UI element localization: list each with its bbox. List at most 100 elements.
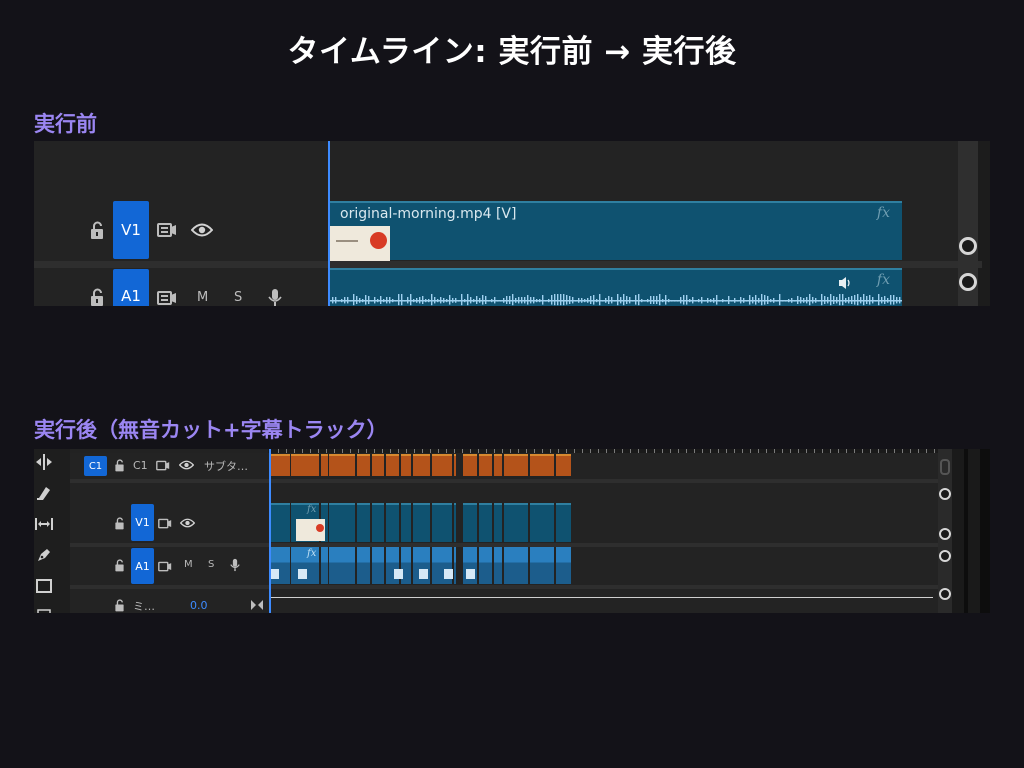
video-clip-segment[interactable]	[372, 503, 384, 542]
scrollbar-handle[interactable]	[939, 528, 951, 540]
video-clip-segment[interactable]	[432, 503, 452, 542]
subtitle-clip[interactable]	[372, 454, 384, 476]
video-track-target[interactable]: V1	[131, 504, 154, 541]
ruler-tick	[630, 449, 631, 453]
lock-icon[interactable]	[88, 220, 106, 240]
video-clip-segment[interactable]	[329, 503, 355, 542]
sync-lock-icon[interactable]	[156, 221, 178, 239]
ripple-edit-tool-icon[interactable]	[34, 452, 54, 472]
audio-clip[interactable]: fx	[330, 268, 902, 306]
mix-end-icon[interactable]	[251, 600, 263, 610]
waveform-bar	[896, 297, 898, 304]
lock-icon[interactable]	[88, 287, 106, 306]
subtitle-clip[interactable]	[479, 454, 492, 476]
playhead[interactable]	[328, 141, 330, 306]
caption-track-target[interactable]: C1	[84, 456, 107, 476]
video-clip-segment[interactable]	[454, 503, 456, 542]
waveform-bar	[794, 300, 796, 302]
mix-volume-value[interactable]: 0.0	[190, 599, 208, 612]
subtitle-clip[interactable]	[504, 454, 528, 476]
video-clip-segment[interactable]	[530, 503, 554, 542]
audio-clip-segment[interactable]	[494, 547, 502, 584]
scrollbar-handle[interactable]	[939, 588, 951, 600]
waveform-bar	[716, 295, 718, 305]
slip-tool-icon[interactable]	[34, 514, 54, 534]
video-clip-segment[interactable]	[357, 503, 370, 542]
video-clip-segment[interactable]	[401, 503, 411, 542]
subtitle-clip[interactable]	[413, 454, 430, 476]
video-clip-segment[interactable]	[556, 503, 571, 542]
subtitle-clip[interactable]	[432, 454, 452, 476]
sync-lock-icon[interactable]	[158, 560, 172, 572]
audio-clip-segment[interactable]	[329, 547, 355, 584]
subtitle-clip[interactable]	[357, 454, 370, 476]
waveform-bar	[374, 297, 376, 304]
video-clip-segment[interactable]	[413, 503, 430, 542]
eye-icon[interactable]	[179, 460, 194, 470]
audio-track-target[interactable]: A1	[113, 269, 149, 306]
mute-button[interactable]: M	[197, 290, 208, 305]
solo-button[interactable]: S	[234, 290, 242, 305]
audio-clip-segment[interactable]	[372, 547, 384, 584]
subtitle-clip[interactable]	[401, 454, 411, 476]
audio-clip-segment[interactable]	[504, 547, 528, 584]
video-clip-segment[interactable]	[463, 503, 477, 542]
video-clip[interactable]: original-morning.mp4 [V] fx	[330, 201, 902, 261]
sync-lock-icon[interactable]	[156, 459, 170, 471]
video-clip-segment[interactable]	[271, 503, 290, 542]
subtitle-clip[interactable]	[494, 454, 502, 476]
time-ruler[interactable]	[270, 449, 940, 454]
eye-icon[interactable]	[180, 518, 195, 528]
audio-clip-segment[interactable]	[321, 547, 328, 584]
scrollbar-handle-bottom[interactable]	[959, 273, 977, 291]
scrollbar-handle-top[interactable]	[959, 237, 977, 255]
subtitle-clip[interactable]	[386, 454, 399, 476]
ruler-tick	[510, 449, 511, 453]
waveform-bar	[683, 295, 685, 305]
subtitle-clip[interactable]	[556, 454, 571, 476]
playhead[interactable]	[269, 449, 271, 613]
subtitle-clip[interactable]	[321, 454, 328, 476]
audio-clip-segment[interactable]	[530, 547, 554, 584]
eye-icon[interactable]	[190, 221, 214, 239]
audio-clip-segment[interactable]	[357, 547, 370, 584]
subtitle-clip[interactable]	[463, 454, 477, 476]
waveform-bar	[449, 295, 451, 305]
rectangle-tool-icon[interactable]	[34, 576, 54, 596]
video-track-target[interactable]: V1	[113, 201, 149, 259]
microphone-icon[interactable]	[229, 558, 240, 572]
solo-button[interactable]: S	[208, 559, 214, 570]
lock-icon[interactable]	[113, 458, 125, 472]
audio-clip-segment[interactable]	[454, 547, 456, 584]
thumbnail-red-logo	[316, 524, 324, 532]
video-clip-segment[interactable]	[504, 503, 528, 542]
ruler-tick	[894, 449, 895, 453]
subtitle-clip[interactable]	[530, 454, 554, 476]
lock-icon[interactable]	[113, 558, 125, 572]
waveform-bar	[644, 300, 646, 302]
subtitle-clip[interactable]	[271, 454, 290, 476]
hand-tool-icon[interactable]	[34, 604, 54, 613]
microphone-icon[interactable]	[266, 287, 284, 306]
audio-track-target[interactable]: A1	[131, 548, 154, 584]
video-clip-segment[interactable]	[494, 503, 502, 542]
scroll-grip[interactable]	[940, 459, 950, 475]
mute-button[interactable]: M	[184, 559, 193, 570]
audio-clip-segment[interactable]	[479, 547, 492, 584]
audio-clip-segment[interactable]	[556, 547, 571, 584]
razor-tool-icon[interactable]	[34, 483, 54, 503]
scrollbar-handle[interactable]	[939, 550, 951, 562]
subtitle-clip[interactable]	[329, 454, 355, 476]
lock-icon[interactable]	[113, 598, 125, 612]
pen-tool-icon[interactable]	[34, 545, 54, 565]
lock-icon[interactable]	[113, 516, 125, 530]
subtitle-clip[interactable]	[291, 454, 319, 476]
waveform-bar	[407, 297, 409, 304]
scrollbar-handle[interactable]	[939, 488, 951, 500]
sync-lock-icon[interactable]	[156, 289, 178, 306]
video-clip-segment[interactable]	[386, 503, 399, 542]
video-clip-segment[interactable]	[479, 503, 492, 542]
subtitle-clip[interactable]	[454, 454, 456, 476]
page-title: タイムライン: 実行前 → 実行後	[287, 34, 737, 70]
sync-lock-icon[interactable]	[158, 517, 172, 529]
